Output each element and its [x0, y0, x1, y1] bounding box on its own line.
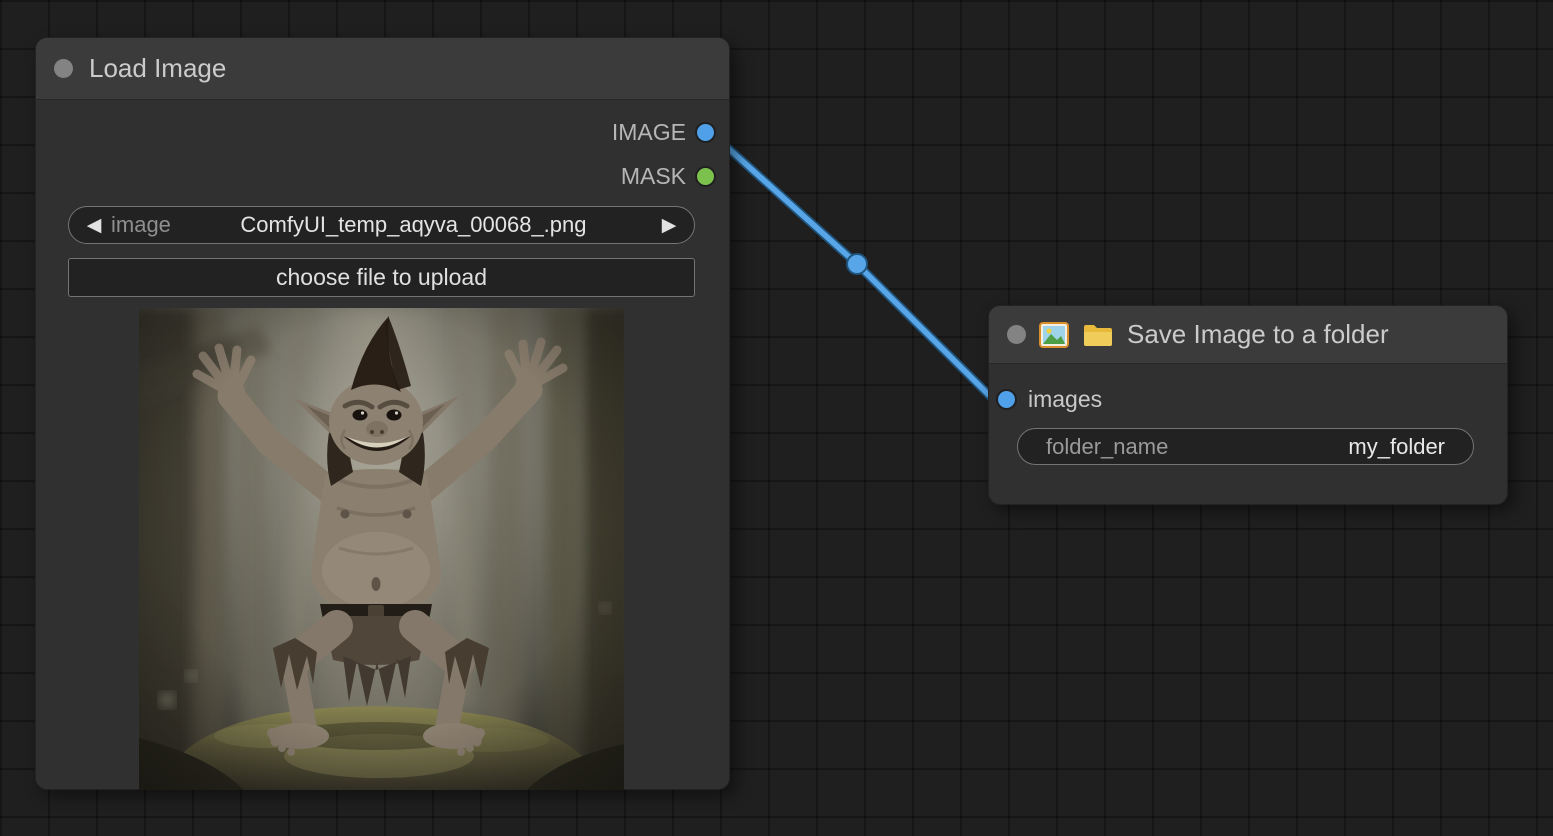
node-title: Save Image to a folder: [1127, 319, 1389, 350]
output-slot-image[interactable]: IMAGE: [612, 118, 714, 146]
output-slot-mask[interactable]: MASK: [621, 162, 714, 190]
link-image-to-images: [709, 131, 992, 398]
output-label-image: IMAGE: [612, 119, 686, 146]
choose-file-button[interactable]: choose file to upload: [68, 258, 695, 297]
troll-preview-image: [139, 308, 624, 790]
output-dot-mask[interactable]: [697, 168, 714, 185]
image-combo-widget[interactable]: ◀ image ComfyUI_temp_aqyva_00068_.png ▶: [68, 206, 695, 244]
combo-value: ComfyUI_temp_aqyva_00068_.png: [171, 212, 656, 238]
input-slot-images[interactable]: images: [998, 385, 1102, 413]
input-dot-images[interactable]: [998, 391, 1015, 408]
collapse-dot-icon[interactable]: [54, 59, 73, 78]
load-image-title-bar[interactable]: Load Image: [36, 38, 729, 100]
image-icon: [1039, 322, 1069, 348]
node-graph-canvas[interactable]: { "link": { "color": "#58a6e8", "outline…: [0, 0, 1553, 836]
link-image-to-images-outline: [709, 131, 992, 398]
link-midpoint-handle[interactable]: [847, 254, 867, 274]
collapse-dot-icon[interactable]: [1007, 325, 1026, 344]
output-dot-image[interactable]: [697, 124, 714, 141]
output-label-mask: MASK: [621, 163, 686, 190]
combo-next-arrow-icon[interactable]: ▶: [656, 216, 682, 235]
combo-label: image: [111, 212, 171, 238]
folder-icon: [1082, 322, 1114, 348]
save-node-title-bar[interactable]: Save Image to a folder: [989, 306, 1507, 364]
folder-name-label: folder_name: [1046, 434, 1168, 460]
load-image-node[interactable]: Load Image IMAGE MASK ◀ image ComfyUI_te…: [35, 37, 730, 790]
input-label-images: images: [1028, 386, 1102, 413]
folder-name-value: my_folder: [1348, 434, 1445, 460]
combo-prev-arrow-icon[interactable]: ◀: [81, 216, 107, 235]
folder-name-widget[interactable]: folder_name my_folder: [1017, 428, 1474, 465]
save-image-node[interactable]: Save Image to a folder images folder_nam…: [988, 305, 1508, 505]
node-title: Load Image: [89, 53, 226, 84]
